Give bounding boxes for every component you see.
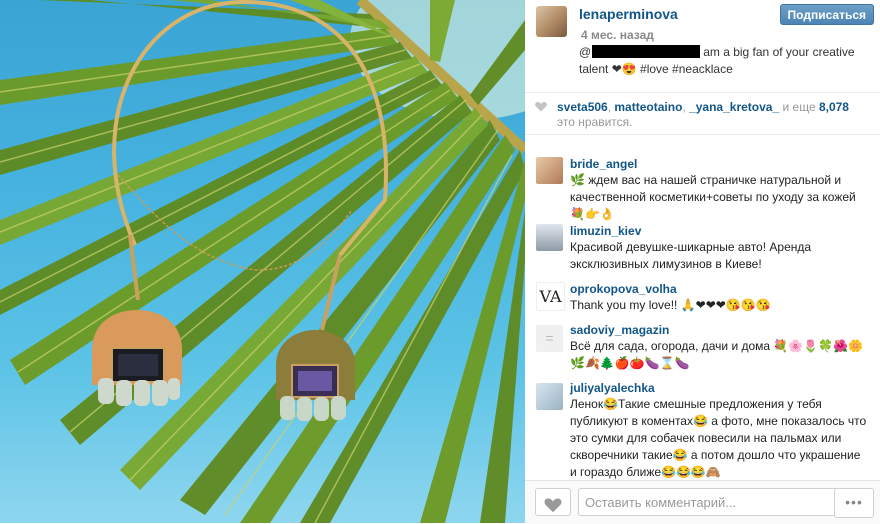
commenter-avatar[interactable] [536,383,563,410]
commenter-username[interactable]: limuzin_kiev [570,224,641,238]
likes-text: sveta506, matteotaino, _yana_kretova_ и … [557,100,867,130]
comment-text: Thank you my love!! 🙏❤❤❤😘😘😘 [570,298,771,312]
comment-bar: ••• [525,480,880,524]
commenter-username[interactable]: bride_angel [570,157,637,171]
likes-suffix: это нравится. [557,115,633,129]
comment-input[interactable] [578,488,840,516]
post-details-panel: lenaperminova 4 мес. назад Подписаться @… [525,0,880,524]
comment-text: Ленок😂Такие смешные предложения у тебя п… [570,397,867,479]
likes-summary: sveta506, matteotaino, _yana_kretova_ и … [525,92,880,135]
liker-username[interactable]: _yana_kretova_ [689,100,779,114]
like-button[interactable] [535,488,571,516]
follow-button[interactable]: Подписаться [779,4,874,25]
comments-list[interactable]: bride_angel 🌿 ждем вас на нашей страничк… [525,140,880,480]
palm-necklace-image [0,0,525,523]
redacted-mention [592,45,701,58]
instagram-post-viewer: lenaperminova 4 мес. назад Подписаться @… [0,0,880,524]
liker-username[interactable]: matteotaino [614,100,682,114]
commenter-avatar[interactable] [536,157,563,184]
comment-text: Красивой девушке-шикарные авто! Аренда э… [570,240,812,271]
heart-icon [535,102,547,112]
author-avatar[interactable] [536,6,567,37]
author-username[interactable]: lenaperminova [579,6,678,22]
comment-text: 🌿 ждем вас на нашей страничке натурально… [570,173,856,221]
liker-username[interactable]: sveta506 [557,100,608,114]
likes-count[interactable]: 8,078 [819,100,849,114]
comment-text: Всё для сада, огорода, дачи и дома 💐🌸🌷🍀🌺… [570,339,864,370]
commenter-avatar[interactable]: = [536,325,563,352]
post-header: lenaperminova 4 мес. назад Подписаться @… [525,0,880,93]
post-timestamp[interactable]: 4 мес. назад [581,28,654,42]
more-options-button[interactable]: ••• [834,488,874,518]
likes-and-text: и еще [779,100,819,114]
commenter-username[interactable]: juliyalyalechka [570,381,655,395]
commenter-avatar[interactable]: VA [536,282,565,311]
caption-mention-prefix: @ [579,45,592,59]
post-caption: @ am a big fan of your creative talent ❤😍… [579,44,869,78]
heart-icon [544,497,562,512]
commenter-avatar[interactable] [536,224,563,251]
commenter-username[interactable]: sadoviy_magazin [570,323,669,337]
post-photo[interactable] [0,0,525,523]
commenter-username[interactable]: oprokopova_volha [570,282,677,296]
